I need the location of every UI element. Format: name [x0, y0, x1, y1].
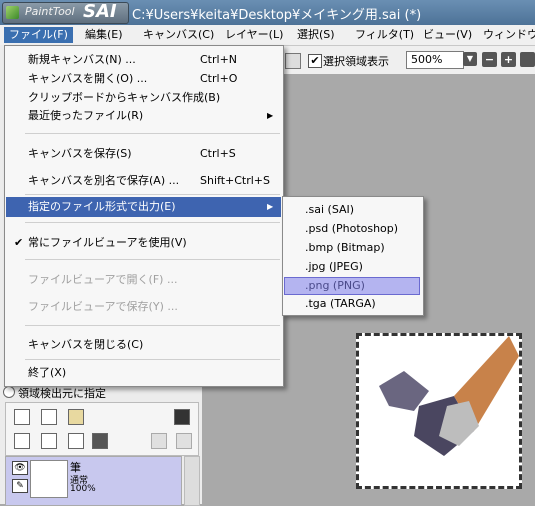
view-toolbar: ✔ 選択領域表示 500% ▼ − +: [280, 46, 535, 74]
menu-save-canvas[interactable]: キャンバスを保存(S) Ctrl+S: [6, 144, 281, 164]
radio-icon[interactable]: [3, 386, 15, 398]
menu-open-in-file-viewer: ファイルビューアで開く(F) ...: [28, 273, 178, 286]
menu-separator: [25, 133, 280, 134]
detect-source-radio[interactable]: 領域検出元に指定: [3, 385, 106, 401]
export-sai[interactable]: .sai (SAI): [285, 201, 419, 219]
logo-sai-text: SAI: [83, 1, 117, 22]
mask-icon[interactable]: [174, 409, 190, 425]
merge-down-icon[interactable]: [41, 433, 57, 449]
submenu-arrow-icon: ▶: [267, 111, 274, 120]
menu-close-canvas[interactable]: キャンバスを閉じる(C): [6, 335, 281, 355]
menu-canvas[interactable]: キャンバス(C): [138, 27, 219, 43]
menu-window[interactable]: ウィンドウ(W): [478, 27, 535, 43]
menu-exit[interactable]: 終了(X): [6, 363, 281, 383]
zoom-in-button[interactable]: +: [501, 52, 516, 67]
menu-new-canvas[interactable]: 新規キャンバス(N) ... Ctrl+N: [6, 50, 281, 70]
title-bar: PaintTool SAI C:¥Users¥keita¥Desktop¥メイキ…: [0, 0, 535, 25]
layer-opacity: 100%: [70, 484, 96, 494]
chevron-down-icon[interactable]: ▼: [463, 52, 477, 66]
window-title: C:¥Users¥keita¥Desktop¥メイキング用.sai (*): [132, 8, 422, 23]
layer-thumbnail: [30, 460, 68, 498]
trash-icon[interactable]: [92, 433, 108, 449]
menu-filter[interactable]: フィルタ(T): [350, 27, 419, 43]
menu-export-as[interactable]: 指定のファイル形式で出力(E) ▶: [6, 197, 281, 217]
paint-tool-icon: [6, 6, 19, 19]
lock-icon: [176, 433, 192, 449]
selection-display-label: 選択領域表示: [323, 55, 389, 68]
check-icon: ✔: [14, 236, 24, 249]
menu-save-in-file-viewer: ファイルビューアで保存(Y) ...: [28, 300, 178, 313]
export-png[interactable]: .png (PNG): [284, 277, 420, 295]
menu-file[interactable]: ファイル(F): [4, 27, 73, 43]
layer-toolbox: [5, 402, 199, 456]
export-bmp[interactable]: .bmp (Bitmap): [285, 239, 419, 257]
layer-scrollbar[interactable]: [184, 456, 200, 506]
menu-bar: ファイル(F) 編集(E) キャンバス(C) レイヤー(L) 選択(S) フィル…: [0, 25, 535, 46]
menu-separator: [25, 359, 280, 360]
new-folder-icon[interactable]: [41, 409, 57, 425]
logo-text: PaintTool: [25, 5, 75, 18]
menu-view[interactable]: ビュー(V): [418, 27, 477, 43]
menu-edit[interactable]: 編集(E): [80, 27, 128, 43]
menu-save-as[interactable]: キャンバスを別名で保存(A) ... Shift+Ctrl+S: [6, 171, 281, 191]
export-psd[interactable]: .psd (Photoshop): [285, 220, 419, 238]
ink-splash: [379, 371, 429, 411]
clear-layer-icon[interactable]: [68, 433, 84, 449]
selection-display-checkbox[interactable]: ✔: [308, 54, 322, 68]
print-icon[interactable]: [285, 53, 301, 69]
transfer-down-icon[interactable]: [14, 433, 30, 449]
export-tga[interactable]: .tga (TARGA): [285, 295, 419, 313]
link-icon: [151, 433, 167, 449]
menu-separator: [25, 222, 280, 223]
menu-open-canvas[interactable]: キャンバスを開く(O) ... Ctrl+O: [6, 69, 281, 89]
radio-label: 領域検出元に指定: [18, 387, 106, 400]
menu-select[interactable]: 選択(S): [292, 27, 340, 43]
file-menu: 新規キャンバス(N) ... Ctrl+N キャンバスを開く(O) ... Ct…: [4, 45, 284, 387]
menu-canvas-from-clipboard[interactable]: クリップボードからキャンバス作成(B): [6, 88, 281, 108]
menu-always-use-file-viewer[interactable]: ✔ 常にファイルビューアを使用(V): [6, 233, 281, 253]
app-logo: PaintTool SAI: [2, 1, 129, 24]
menu-recent-files[interactable]: 最近使ったファイル(R) ▶: [6, 106, 281, 126]
submenu-arrow-icon: ▶: [267, 202, 274, 211]
folder-icon[interactable]: [68, 409, 84, 425]
pencil-icon[interactable]: ✎: [12, 479, 28, 493]
menu-separator: [25, 194, 280, 195]
menu-separator: [25, 259, 280, 260]
export-submenu: .sai (SAI) .psd (Photoshop) .bmp (Bitmap…: [282, 196, 424, 316]
menu-separator: [25, 325, 280, 326]
eye-icon[interactable]: 👁: [12, 461, 28, 475]
new-layer-icon[interactable]: [14, 409, 30, 425]
zoom-out-button[interactable]: −: [482, 52, 497, 67]
zoom-select[interactable]: 500%: [406, 51, 464, 69]
menu-layer[interactable]: レイヤー(L): [220, 27, 288, 43]
zoom-reset-button[interactable]: [520, 52, 535, 67]
export-jpg[interactable]: .jpg (JPEG): [285, 258, 419, 276]
layer-row[interactable]: 👁 ✎ 筆 通常 100%: [5, 456, 182, 506]
brush-illustration: [379, 336, 519, 456]
canvas[interactable]: [356, 333, 522, 489]
